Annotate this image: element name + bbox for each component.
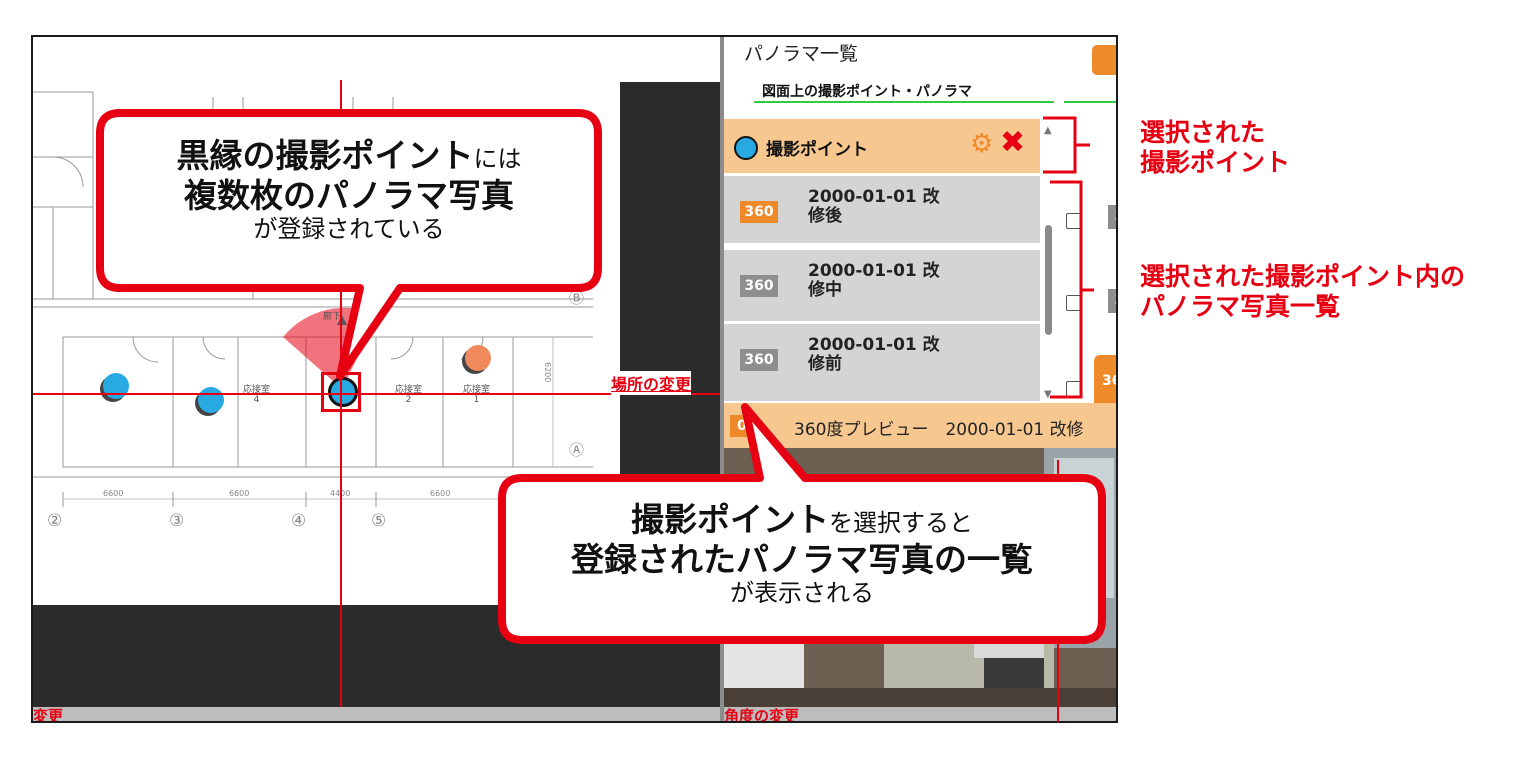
callout-shapes xyxy=(96,109,1106,644)
callout-top-line1-bold: 黒縁の撮影ポイント xyxy=(176,136,474,175)
callout-top: 黒縁の撮影ポイントには 複数枚のパノラマ写真 が登録されている xyxy=(104,136,594,244)
callout-bottom-line1-bold: 撮影ポイント xyxy=(631,500,829,539)
annotation-panorama-list: 選択された撮影ポイント内の パノラマ写真一覧 xyxy=(1140,262,1466,321)
callout-bottom: 撮影ポイントを選択すると 登録されたパノラマ写真の一覧 が表示される xyxy=(506,500,1098,608)
callout-bottom-line2: 登録されたパノラマ写真の一覧 xyxy=(571,539,1033,579)
callout-top-line2: 複数枚のパノラマ写真 xyxy=(184,175,514,215)
callout-top-line3: が登録されている xyxy=(253,215,445,244)
annotation-selected-point: 選択された 撮影ポイント xyxy=(1140,118,1291,177)
callout-bottom-line3: が表示される xyxy=(730,579,874,608)
callout-top-line1-rest: には xyxy=(473,145,522,173)
callout-bottom-line1-rest: を選択すると xyxy=(829,509,973,537)
